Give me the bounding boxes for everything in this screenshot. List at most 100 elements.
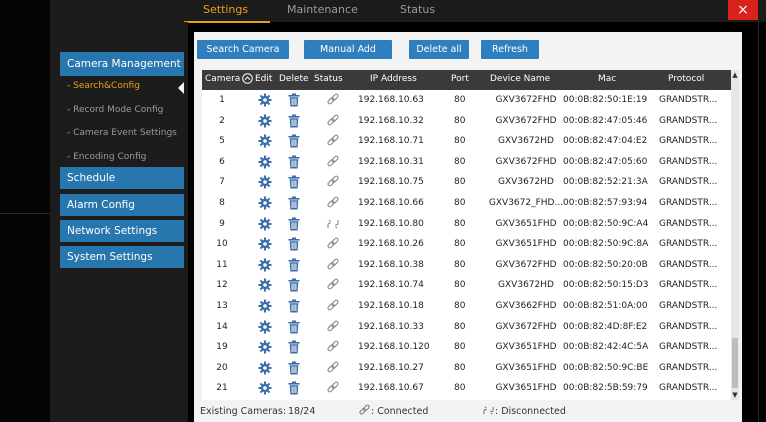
port: 80 [454,383,466,394]
column-header-delete: Delete [279,74,309,84]
table-row[interactable]: 19 192.168.10.120 80 GXV3651FHD 00:0B:82:42:… [202,337,731,358]
gear-icon[interactable] [258,134,272,148]
table-row[interactable]: 12 192.168.10.74 80 GXV3672HD 00:0B:82:50:15… [202,275,731,296]
sort-up-icon[interactable] [242,73,253,87]
port: 80 [454,342,466,353]
close-button[interactable]: × [728,0,758,20]
gear-icon[interactable] [258,237,272,251]
gear-icon[interactable] [258,340,272,354]
gear-icon[interactable] [258,93,272,107]
device-name: GXV3651FHD [495,342,557,353]
device-name: GXV3651FHD [495,362,557,373]
port: 80 [454,301,466,311]
trash-icon[interactable] [288,114,300,128]
sidebar-item-camera-event-settings[interactable]: - Camera Event Settings [67,128,177,138]
table-row[interactable]: 8 192.168.10.66 80 GXV3672_FHD... 00:0B:82:5… [202,193,731,214]
scroll-down-arrow-icon[interactable]: ▼ [731,390,739,400]
gear-icon[interactable] [258,155,272,169]
mac-address: 00:0B:82:5B:59:79 [563,383,648,394]
tab-settings[interactable]: Settings [203,3,248,16]
table-scrollbar[interactable]: ▲ ▼ [731,70,739,400]
table-row[interactable]: 5 192.168.10.71 80 GXV3672HD 00:0B:82:47:04:… [202,131,731,152]
search-camera-button[interactable]: Search Camera [197,40,289,59]
sidebar-item-encoding-config[interactable]: - Encoding Config [67,152,146,162]
ip-address: 192.168.10.26 [358,239,424,250]
gear-icon[interactable] [258,320,272,334]
refresh-button[interactable]: Refresh [481,40,539,59]
table-row[interactable]: 11 192.168.10.38 80 GXV3672FHD 00:0B:82:50:2… [202,255,731,276]
tab-status[interactable]: Status [400,3,435,16]
gear-icon[interactable] [258,196,272,210]
trash-icon[interactable] [288,196,300,210]
trash-icon[interactable] [288,134,300,148]
port: 80 [454,95,466,105]
trash-icon[interactable] [288,93,300,107]
mac-address: 00:0B:82:4D:8F:E2 [563,321,648,332]
column-header-status[interactable]: Status [314,74,343,84]
sidebar-item-alarm-config[interactable]: Alarm Config [60,194,184,216]
link-icon [326,175,340,189]
trash-icon[interactable] [288,361,300,375]
gear-icon[interactable] [258,114,272,128]
sidebar-item-schedule[interactable]: Schedule [60,167,184,189]
table-row[interactable]: 9 192.168.10.80 80 GXV3651FHD 00:0B:82:50:9C… [202,214,731,235]
sidebar-item-search-config[interactable]: - Search&Config [67,81,140,91]
mac-address: 00:0B:82:50:9C:A4 [563,218,649,229]
table-row[interactable]: 13 192.168.10.18 80 GXV3662FHD 00:0B:82:51:0… [202,296,731,317]
gear-icon[interactable] [258,217,272,231]
trash-icon[interactable] [288,340,300,354]
scrollbar-thumb[interactable] [732,338,738,388]
delete-all-button[interactable]: Delete all [409,40,469,59]
gear-icon[interactable] [258,278,272,292]
trash-icon[interactable] [288,155,300,169]
table-row[interactable]: 10 192.168.10.26 80 GXV3651FHD 00:0B:82:50:9… [202,234,731,255]
table-row[interactable]: 14 192.168.10.33 80 GXV3672FHD 00:0B:82:4D:8… [202,317,731,338]
ip-address: 192.168.10.31 [358,156,424,167]
manual-add-button[interactable]: Manual Add [304,40,392,59]
sidebar-item-record-mode-config[interactable]: - Record Mode Config [67,105,163,115]
sidebar-item-camera-management[interactable]: Camera Management [60,52,184,76]
sidebar-item-network-settings[interactable]: Network Settings [60,220,184,242]
trash-icon[interactable] [288,258,300,272]
table-row[interactable]: 7 192.168.10.75 80 GXV3672HD 00:0B:82:52:21:… [202,172,731,193]
device-name: GXV3672FHD [495,321,557,332]
link-icon [326,196,340,210]
gear-icon[interactable] [258,361,272,375]
trash-icon[interactable] [288,175,300,189]
background-grid-line [758,0,759,422]
camera-number: 14 [216,321,228,332]
trash-icon[interactable] [288,237,300,251]
scroll-up-arrow-icon[interactable]: ▲ [731,70,739,80]
column-header-mac[interactable]: Mac [598,74,616,84]
ip-address: 192.168.10.38 [358,259,424,270]
sidebar-item-system-settings[interactable]: System Settings [60,246,184,268]
gear-icon[interactable] [258,299,272,313]
protocol: GRANDSTR... [659,280,718,291]
mac-address: 00:0B:82:50:20:0B [563,259,648,270]
trash-icon[interactable] [288,320,300,334]
trash-icon[interactable] [288,381,300,395]
table-row[interactable]: 20 192.168.10.27 80 GXV3651FHD 00:0B:82:50:9… [202,358,731,379]
table-row[interactable]: 6 192.168.10.31 80 GXV3672FHD 00:0B:82:47:05… [202,152,731,173]
trash-icon[interactable] [288,299,300,313]
gear-icon[interactable] [258,381,272,395]
background-grid-line [0,213,50,214]
column-header-camera[interactable]: Camera [205,74,240,84]
table-row[interactable]: 2 192.168.10.32 80 GXV3672FHD 00:0B:82:47:05… [202,111,731,132]
gear-icon[interactable] [258,258,272,272]
column-header-port[interactable]: Port [451,74,469,84]
column-header-device-name[interactable]: Device Name [490,74,550,84]
column-header-ip[interactable]: IP Address [370,74,417,84]
camera-number: 11 [216,259,228,270]
active-item-pointer [178,82,184,94]
mac-address: 00:0B:82:50:9C:8A [563,239,649,250]
device-name: GXV3672FHD [495,115,557,126]
table-row[interactable]: 21 192.168.10.67 80 GXV3651FHD 00:0B:82:5B:5… [202,378,731,399]
gear-icon[interactable] [258,175,272,189]
column-header-protocol[interactable]: Protocol [668,74,704,84]
tab-maintenance[interactable]: Maintenance [287,3,358,16]
link-icon [326,134,340,148]
trash-icon[interactable] [288,217,300,231]
trash-icon[interactable] [288,278,300,292]
table-row[interactable]: 1 192.168.10.63 80 GXV3672FHD 00:0B:82:50:1E… [202,90,731,111]
